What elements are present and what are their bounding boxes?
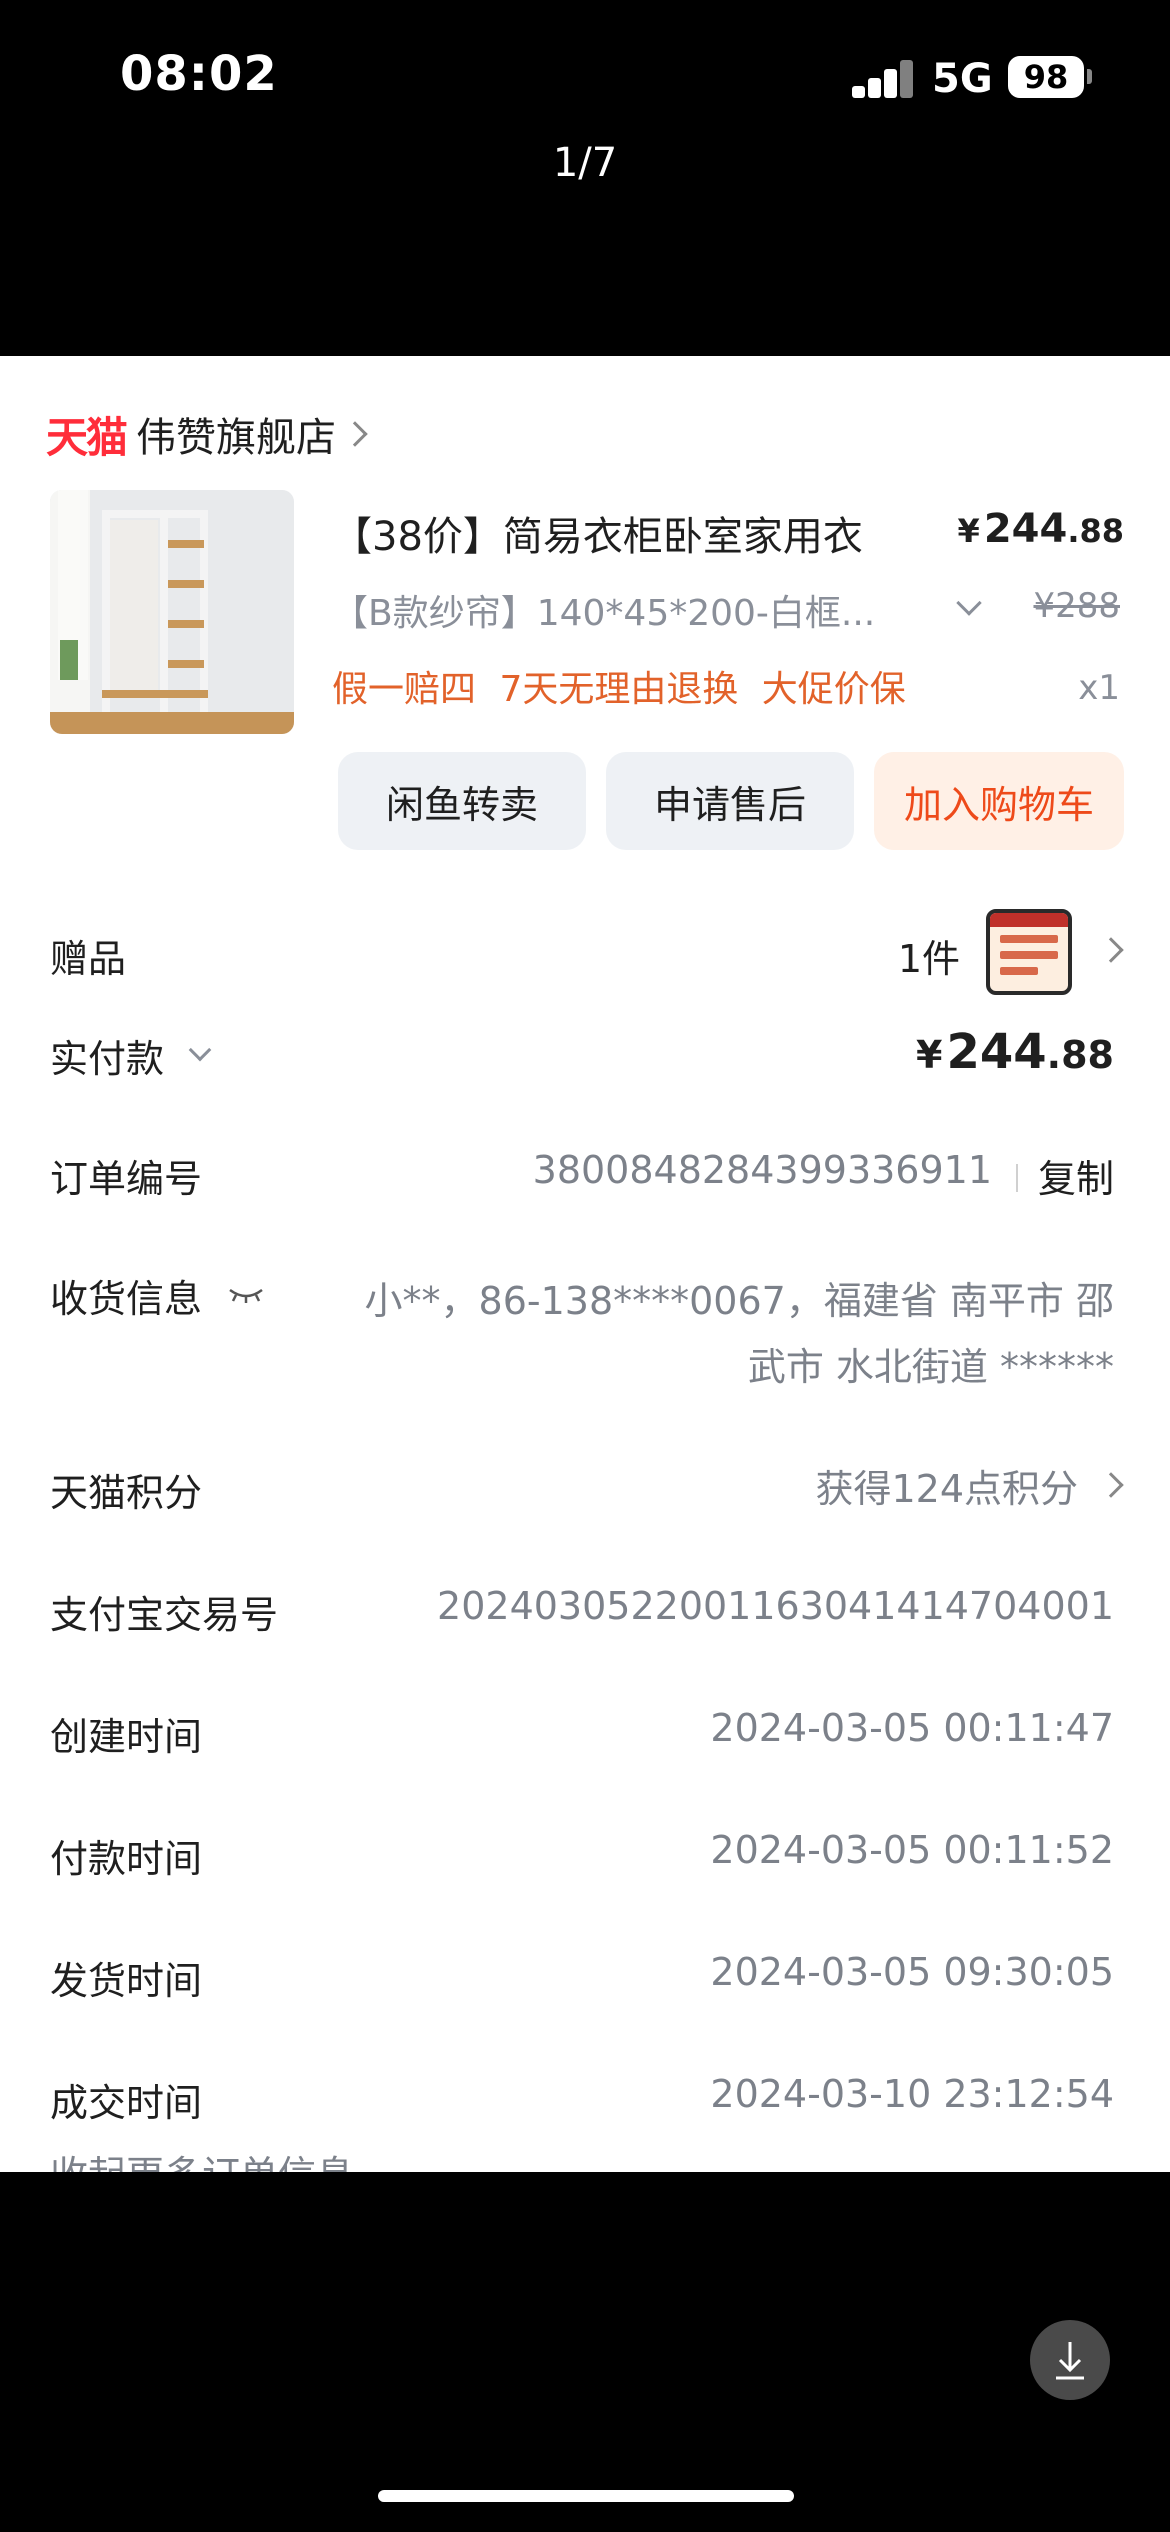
add-to-cart-button[interactable]: 加入购物车 (874, 752, 1124, 850)
created-label: 创建时间 (50, 1715, 203, 1759)
order-number-label: 订单编号 (50, 1157, 203, 1201)
battery-icon: 98 (1008, 56, 1084, 98)
paid-amount: ¥244.88 (916, 1024, 1114, 1080)
eye-closed-icon[interactable] (228, 1286, 264, 1304)
chevron-down-icon[interactable] (188, 1038, 212, 1062)
gift-count[interactable]: 1件 (898, 928, 960, 983)
alipay-label: 支付宝交易号 (50, 1593, 279, 1637)
shop-header[interactable]: 天猫 伟赞旗舰店 (46, 404, 368, 464)
product-image[interactable] (50, 490, 294, 734)
shipping-address: 小**，86-138****0067，福建省 南平市 邵武市 水北街道 ****… (364, 1279, 1114, 1389)
created-time: 2024-03-05 00:11:47 (710, 1706, 1114, 1750)
watermark (952, 2440, 1142, 2500)
product-title[interactable]: 【38价】简易衣柜卧室家用衣 (332, 504, 863, 562)
paid-label[interactable]: 实付款 (50, 1028, 164, 1083)
chevron-right-icon[interactable] (1098, 1472, 1124, 1498)
divider (1016, 1164, 1018, 1192)
download-icon (1056, 2342, 1084, 2380)
download-button[interactable] (1030, 2320, 1110, 2400)
chevron-down-icon[interactable] (956, 590, 982, 616)
resell-button[interactable]: 闲鱼转卖 (338, 752, 586, 850)
order-detail-panel: 天猫 伟赞旗舰店 【38价】简易衣柜卧室家用衣 ¥244.88 【B款纱帘】14… (0, 356, 1170, 2172)
copy-button[interactable]: 复制 (1038, 1148, 1114, 1203)
order-number: 3800848284399336911 (532, 1148, 992, 1192)
points-value[interactable]: 获得124点积分 (815, 1458, 1078, 1513)
home-indicator[interactable] (378, 2490, 794, 2502)
paid-time: 2024-03-05 00:11:52 (710, 1828, 1114, 1872)
after-sales-button[interactable]: 申请售后 (606, 752, 854, 850)
completed-label: 成交时间 (50, 2081, 203, 2125)
tmall-logo: 天猫 (46, 412, 128, 462)
product-sku[interactable]: 【B款纱帘】140*45*200-白框... (332, 584, 875, 636)
paid-time-label: 付款时间 (50, 1837, 203, 1881)
status-time: 08:02 (120, 46, 278, 102)
battery-tip (1087, 69, 1092, 84)
points-label: 天猫积分 (50, 1471, 203, 1515)
address-label: 收货信息 (50, 1277, 203, 1321)
shipped-label: 发货时间 (50, 1959, 203, 2003)
chevron-right-icon[interactable] (1098, 937, 1124, 963)
shipped-time: 2024-03-05 09:30:05 (710, 1950, 1114, 1994)
collapse-more-link[interactable]: 收起更多订单信息 (50, 2144, 354, 2172)
original-price: ¥288 (1033, 586, 1120, 626)
alipay-number: 2024030522001163041414704001 (437, 1584, 1114, 1628)
product-price: ¥244.88 (957, 506, 1124, 552)
completed-time: 2024-03-10 23:12:54 (710, 2072, 1114, 2116)
image-pager: 1/7 (552, 140, 618, 186)
signal-icon (852, 60, 914, 98)
product-quantity: x1 (1078, 668, 1120, 708)
gift-image[interactable] (986, 909, 1072, 995)
network-type: 5G (932, 56, 993, 102)
service-tags: 假一赔四 7天无理由退换 大促价保 (332, 669, 906, 710)
gift-label: 赠品 (50, 937, 127, 981)
shop-name[interactable]: 伟赞旗舰店 (136, 405, 336, 463)
chevron-right-icon (342, 421, 368, 447)
